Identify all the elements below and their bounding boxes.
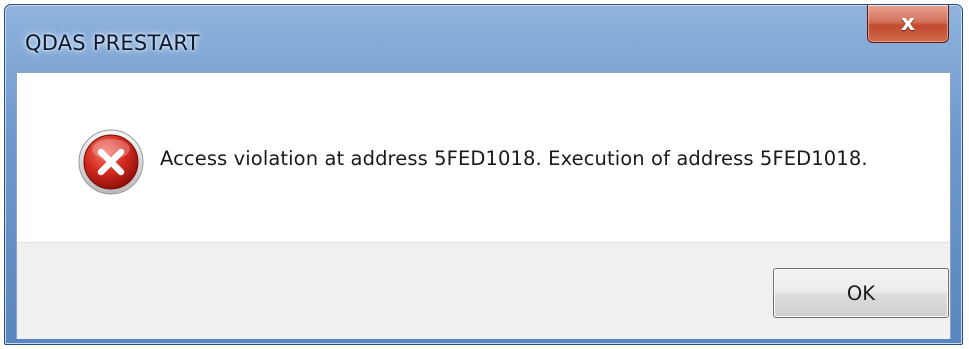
ok-button[interactable]: OK (773, 268, 949, 318)
dialog-content: Access violation at address 5FED1018. Ex… (16, 72, 951, 339)
error-message: Access violation at address 5FED1018. Ex… (160, 147, 868, 170)
message-area: Access violation at address 5FED1018. Ex… (17, 73, 950, 242)
ok-button-label: OK (846, 281, 876, 305)
window-title: QDAS PRESTART (25, 31, 200, 55)
title-bar[interactable]: QDAS PRESTART x (5, 5, 962, 67)
error-icon (78, 129, 144, 195)
close-button[interactable]: x (867, 5, 949, 43)
dialog-window: QDAS PRESTART x Access violation at addr… (4, 4, 963, 345)
button-area: OK (17, 242, 950, 339)
close-icon: x (900, 10, 916, 36)
